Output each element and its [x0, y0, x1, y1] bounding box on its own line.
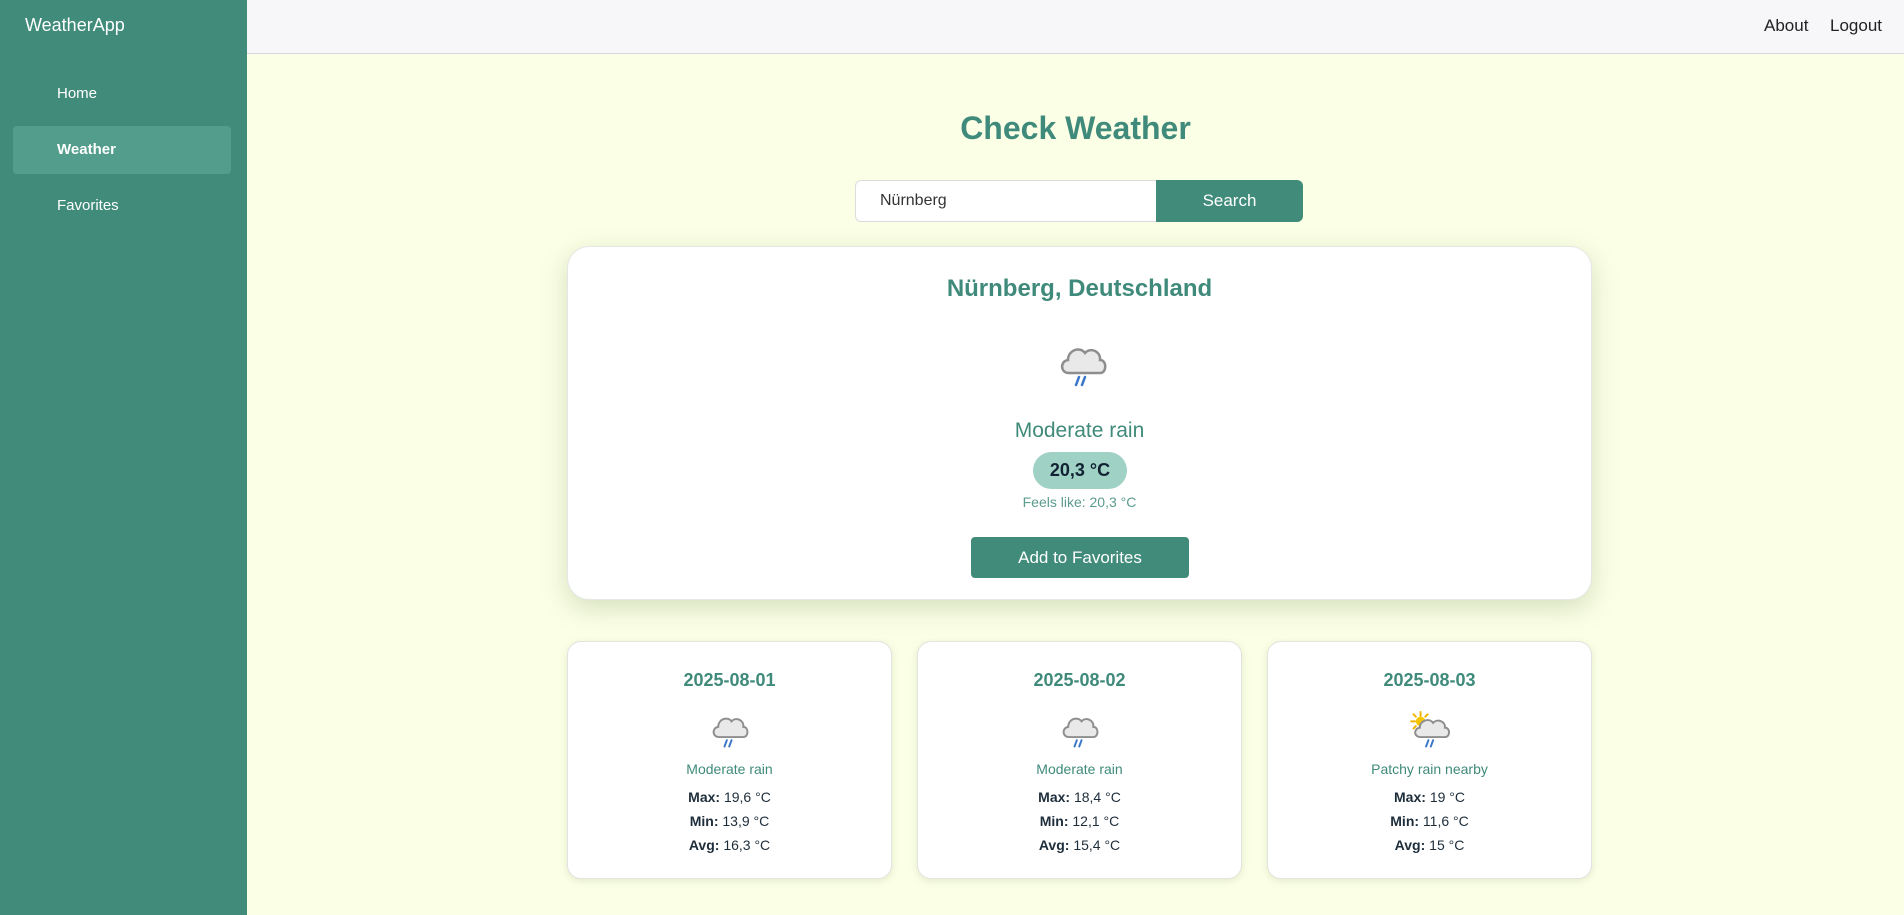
feels-like-text: Feels like: 20,3 °C — [1022, 494, 1137, 510]
add-to-favorites-button[interactable]: Add to Favorites — [971, 537, 1189, 578]
avg-label: Avg: — [688, 837, 720, 853]
forecast-card: 2025-08-03 Patchy rain nearby Max: 19 °C… — [1267, 641, 1592, 879]
max-label: Max: — [1038, 789, 1071, 805]
max-value: 19,6 °C — [723, 789, 771, 805]
top-bar: About Logout — [247, 0, 1904, 54]
avg-value: 15 °C — [1429, 837, 1465, 853]
max-label: Max: — [688, 789, 721, 805]
max-label: Max: — [1394, 789, 1426, 805]
current-condition: Moderate rain — [1014, 419, 1145, 442]
page-title: Check Weather — [960, 110, 1191, 146]
forecast-avg: Avg: 15 °C — [1268, 837, 1591, 853]
min-label: Min: — [1390, 813, 1420, 829]
min-value: 13,9 °C — [722, 813, 770, 829]
forecast-max: Max: 19,6 °C — [568, 789, 891, 805]
cloud-rain-icon — [1060, 348, 1107, 387]
min-label: Min: — [689, 813, 719, 829]
avg-label: Avg: — [1038, 837, 1070, 853]
cloud-rain-icon — [712, 717, 749, 748]
forecast-date: 2025-08-02 — [1033, 670, 1126, 690]
logout-link[interactable]: Logout — [1830, 16, 1882, 36]
app-brand[interactable]: WeatherApp — [25, 15, 125, 36]
search-button[interactable]: Search — [1156, 180, 1303, 222]
forecast-condition: Patchy rain nearby — [1371, 761, 1488, 777]
forecast-max: Max: 18,4 °C — [918, 789, 1241, 805]
forecast-min: Min: 12,1 °C — [918, 813, 1241, 829]
avg-label: Avg: — [1394, 837, 1426, 853]
min-value: 11,6 °C — [1422, 813, 1469, 829]
search-form: Search — [855, 180, 1303, 222]
min-label: Min: — [1039, 813, 1069, 829]
forecast-date: 2025-08-01 — [683, 670, 776, 690]
city-search-input[interactable] — [855, 180, 1157, 222]
forecast-condition: Moderate rain — [686, 761, 773, 777]
temperature-badge: 20,3 °C — [1033, 452, 1127, 489]
sidebar-item-weather[interactable]: Weather — [13, 126, 231, 174]
sidebar: WeatherApp Home Weather Favorites — [0, 0, 247, 915]
sun-cloud-rain-icon — [1410, 710, 1451, 748]
avg-value: 15,4 °C — [1073, 837, 1121, 853]
current-weather-card: Nürnberg, Deutschland Moderate rain 20,3… — [567, 246, 1592, 600]
cloud-rain-icon — [1062, 717, 1099, 748]
forecast-min: Min: 11,6 °C — [1268, 813, 1591, 829]
max-value: 18,4 °C — [1073, 789, 1121, 805]
forecast-condition: Moderate rain — [1036, 761, 1123, 777]
forecast-card: 2025-08-02 Moderate rain Max: 18,4 °C Mi… — [917, 641, 1242, 879]
avg-value: 16,3 °C — [723, 837, 771, 853]
forecast-avg: Avg: 15,4 °C — [918, 837, 1241, 853]
max-value: 19 °C — [1429, 789, 1465, 805]
forecast-avg: Avg: 16,3 °C — [568, 837, 891, 853]
about-link[interactable]: About — [1764, 16, 1808, 36]
forecast-min: Min: 13,9 °C — [568, 813, 891, 829]
forecast-card: 2025-08-01 Moderate rain Max: 19,6 °C Mi… — [567, 641, 892, 879]
sidebar-item-home[interactable]: Home — [13, 70, 231, 118]
forecast-date: 2025-08-03 — [1383, 670, 1476, 690]
forecast-max: Max: 19 °C — [1268, 789, 1591, 805]
sidebar-item-favorites[interactable]: Favorites — [13, 182, 231, 230]
min-value: 12,1 °C — [1072, 813, 1120, 829]
location-title: Nürnberg, Deutschland — [946, 275, 1213, 302]
